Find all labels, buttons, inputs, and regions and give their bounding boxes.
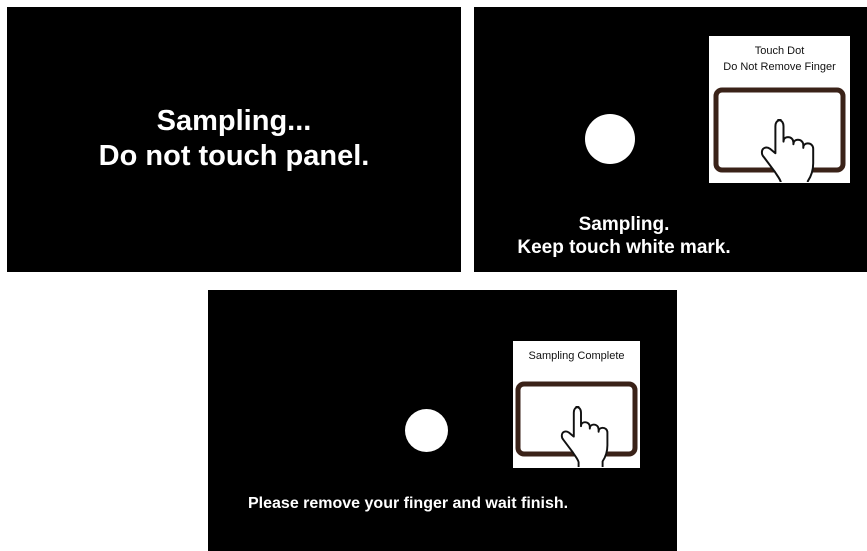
tablet-touch-icon	[515, 381, 638, 467]
instruction-text: Please remove your finger and wait finis…	[248, 495, 569, 512]
screen-pre-sampling: Sampling... Do not touch panel.	[7, 7, 461, 272]
message-line-1: Sampling.	[578, 214, 670, 235]
instruction-text: Sampling... Do not touch panel.	[7, 104, 461, 174]
card-line-2: Do Not Remove Finger	[723, 61, 836, 73]
card-caption: Sampling Complete	[513, 341, 640, 364]
screen-sampling-complete: Sampling Complete Please remove your fin…	[208, 290, 677, 551]
finger-touch-icon	[760, 119, 815, 182]
touch-dot	[405, 409, 448, 452]
card-line-1: Sampling Complete	[528, 350, 625, 362]
message-line-2: Keep touch white mark.	[517, 237, 731, 258]
screen-touch-sampling: Touch Dot Do Not Remove Finger Sampling.…	[474, 7, 867, 272]
card-line-1: Touch Dot	[754, 45, 805, 57]
touch-dot[interactable]	[585, 114, 635, 164]
message-line-2: Do not touch panel.	[98, 140, 370, 172]
card-caption: Touch Dot Do Not Remove Finger	[709, 36, 850, 75]
finger-touch-icon	[560, 406, 609, 467]
message-line-1: Sampling...	[156, 105, 312, 137]
instruction-text: Sampling. Keep touch white mark.	[474, 213, 774, 259]
instruction-card: Touch Dot Do Not Remove Finger	[709, 36, 850, 183]
tablet-touch-icon	[713, 87, 846, 182]
status-card: Sampling Complete	[513, 341, 640, 468]
